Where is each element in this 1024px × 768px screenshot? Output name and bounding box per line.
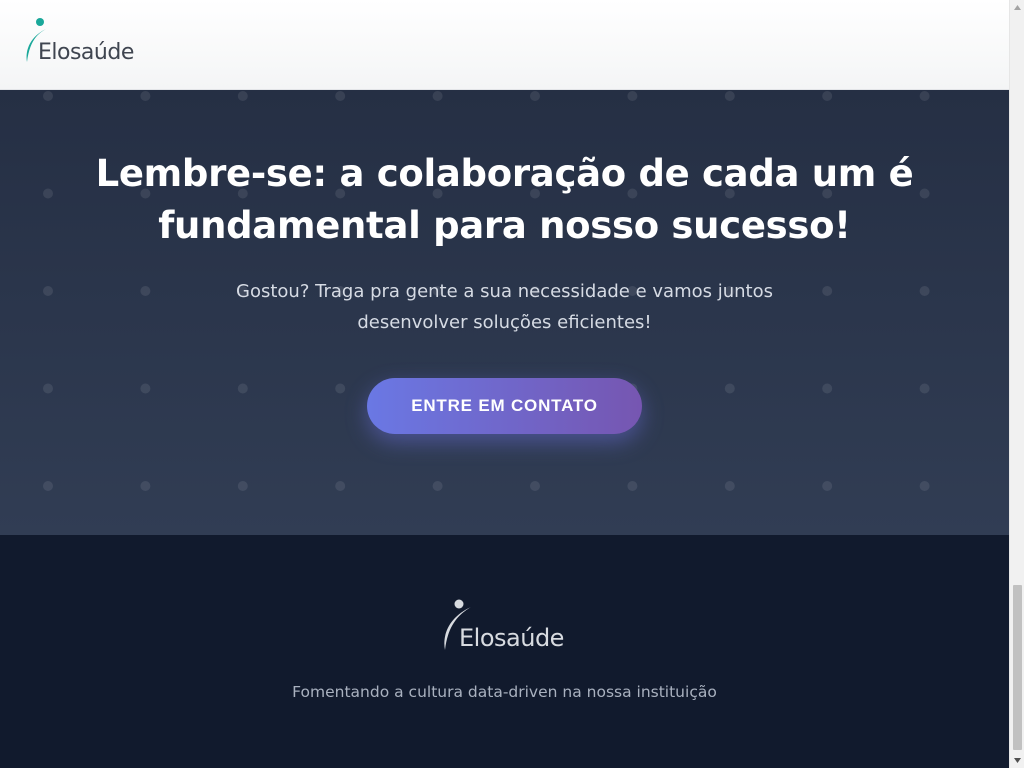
- background-dot: [530, 91, 540, 101]
- header-logo-text: Elosaúde: [38, 40, 134, 65]
- background-dot: [724, 481, 735, 491]
- background-dot: [43, 91, 53, 101]
- footer-logo[interactable]: Elosaúde: [440, 597, 570, 655]
- background-dot: [335, 383, 346, 394]
- cta-subtitle-line-2: desenvolver soluções eficientes!: [357, 312, 652, 333]
- background-dot: [822, 481, 833, 491]
- cta-subtitle: Gostou? Traga pra gente a sua necessidad…: [210, 276, 799, 338]
- background-dot: [140, 286, 151, 296]
- background-dot: [43, 286, 53, 296]
- background-dot: [432, 91, 443, 101]
- vertical-scrollbar[interactable]: [1009, 0, 1024, 768]
- background-dot: [335, 91, 346, 101]
- background-dot: [724, 383, 735, 394]
- background-dot: [237, 383, 248, 394]
- footer-tagline: Fomentando a cultura data-driven na noss…: [292, 683, 717, 701]
- background-dot: [140, 481, 151, 491]
- scroll-up-arrow-icon[interactable]: [1010, 0, 1024, 15]
- background-dot: [43, 481, 53, 491]
- footer-logo-text: Elosaúde: [459, 624, 564, 652]
- background-dot: [627, 481, 638, 491]
- scroll-down-arrow-icon[interactable]: [1010, 753, 1024, 768]
- cta-title: Lembre-se: a colaboração de cada um é fu…: [40, 148, 969, 252]
- background-dot: [432, 481, 443, 491]
- cta-section: Lembre-se: a colaboração de cada um é fu…: [0, 90, 1009, 535]
- background-dot: [140, 383, 151, 394]
- background-dot: [237, 481, 248, 491]
- site-header: Elosaúde: [0, 0, 1009, 90]
- background-dot: [822, 383, 833, 394]
- background-dot: [919, 91, 930, 101]
- background-dot: [43, 383, 53, 394]
- background-dot: [919, 286, 930, 296]
- page-viewport: Elosaúde Lembre-se: a colaboração de cad…: [0, 0, 1009, 768]
- background-dot: [237, 91, 248, 101]
- background-dot: [140, 91, 151, 101]
- background-dot: [822, 91, 833, 101]
- scrollbar-thumb[interactable]: [1013, 585, 1022, 750]
- background-dot: [724, 91, 735, 101]
- cta-title-line-2: fundamental para nosso sucesso!: [158, 204, 851, 247]
- background-dot: [627, 91, 638, 101]
- background-dot: [822, 286, 833, 296]
- background-dot: [919, 481, 930, 491]
- header-logo[interactable]: Elosaúde: [22, 16, 134, 68]
- cta-title-line-1: Lembre-se: a colaboração de cada um é: [95, 152, 914, 195]
- site-footer: Elosaúde Fomentando a cultura data-drive…: [0, 535, 1009, 768]
- contact-button[interactable]: ENTRE EM CONTATO: [367, 378, 642, 434]
- background-dot: [335, 481, 346, 491]
- cta-subtitle-line-1: Gostou? Traga pra gente a sua necessidad…: [236, 281, 773, 302]
- background-dot: [919, 383, 930, 394]
- background-dot: [530, 481, 540, 491]
